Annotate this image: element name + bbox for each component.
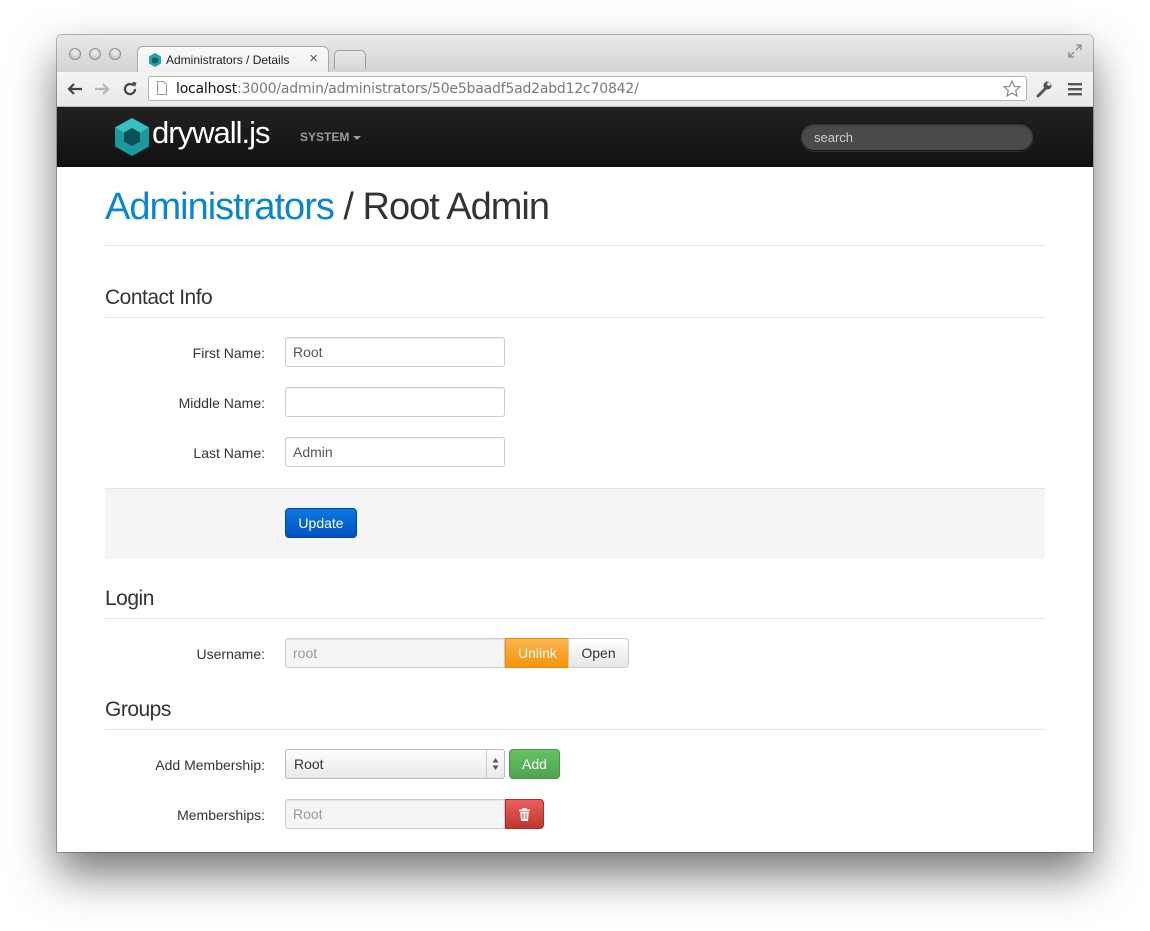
memberships-label: Memberships: [177, 807, 265, 823]
brand-name[interactable]: drywall.js [152, 115, 270, 151]
membership-field [285, 799, 505, 829]
caret-down-icon [353, 135, 362, 140]
reload-icon[interactable] [121, 80, 139, 98]
group-select-value: Root [294, 756, 324, 772]
close-window-button[interactable] [69, 48, 81, 60]
divider [105, 618, 1045, 619]
page-icon [157, 81, 167, 95]
minimize-window-button[interactable] [89, 48, 101, 60]
unlink-button[interactable]: Unlink [505, 638, 569, 668]
admin-name: Root Admin [362, 186, 550, 228]
browser-toolbar: localhost:3000/admin/administrators/50e5… [57, 72, 1093, 107]
tab-title: Administrators / Details [166, 53, 290, 67]
select-arrows-icon [486, 750, 499, 778]
first-name-label: First Name: [192, 345, 265, 361]
bookmark-star-icon[interactable] [1002, 79, 1022, 99]
update-button[interactable]: Update [285, 508, 357, 538]
last-name-field[interactable] [285, 437, 505, 467]
menu-icon[interactable] [1067, 81, 1083, 97]
zoom-window-button[interactable] [109, 48, 121, 60]
fullscreen-icon[interactable] [1067, 43, 1083, 59]
last-name-label: Last Name: [193, 445, 265, 461]
new-tab-button[interactable] [334, 50, 366, 69]
title-bar: Administrators / Details × [57, 35, 1093, 73]
middle-name-field[interactable] [285, 387, 505, 417]
username-field [285, 638, 505, 668]
breadcrumb-separator: / [333, 186, 363, 228]
divider [105, 317, 1045, 318]
drywall-logo-icon[interactable] [115, 118, 149, 156]
navbar-search-input[interactable] [800, 123, 1034, 151]
wrench-icon[interactable] [1035, 80, 1053, 98]
browser-window: Administrators / Details × localhost:300… [57, 35, 1093, 852]
system-menu-dropdown[interactable]: SYSTEM [300, 130, 362, 144]
drywall-favicon-icon [149, 53, 161, 67]
administrators-link[interactable]: Administrators [105, 186, 335, 228]
address-bar[interactable]: localhost:3000/admin/administrators/50e5… [148, 76, 1027, 101]
tab-close-icon[interactable]: × [309, 50, 318, 67]
page-title: Administrators / Root Admin [105, 186, 550, 229]
add-membership-label: Add Membership: [155, 757, 265, 773]
form-actions: Update [105, 488, 1045, 559]
middle-name-label: Middle Name: [178, 395, 265, 411]
trash-icon [519, 808, 530, 821]
username-label: Username: [196, 646, 265, 662]
open-button[interactable]: Open [568, 638, 629, 668]
back-arrow-icon[interactable] [66, 80, 84, 98]
add-group-button[interactable]: Add [509, 749, 560, 779]
contact-info-heading: Contact Info [105, 286, 213, 309]
first-name-field[interactable] [285, 337, 505, 367]
url-text[interactable]: localhost:3000/admin/administrators/50e5… [176, 81, 639, 97]
groups-heading: Groups [105, 698, 171, 721]
divider [105, 729, 1045, 730]
forward-arrow-icon[interactable] [93, 80, 111, 98]
site-navbar: drywall.js SYSTEM [57, 107, 1093, 167]
login-heading: Login [105, 587, 154, 610]
browser-tab-active[interactable]: Administrators / Details × [137, 46, 329, 73]
divider [105, 245, 1045, 246]
delete-membership-button[interactable] [505, 799, 544, 829]
group-select[interactable]: Root [285, 749, 505, 779]
